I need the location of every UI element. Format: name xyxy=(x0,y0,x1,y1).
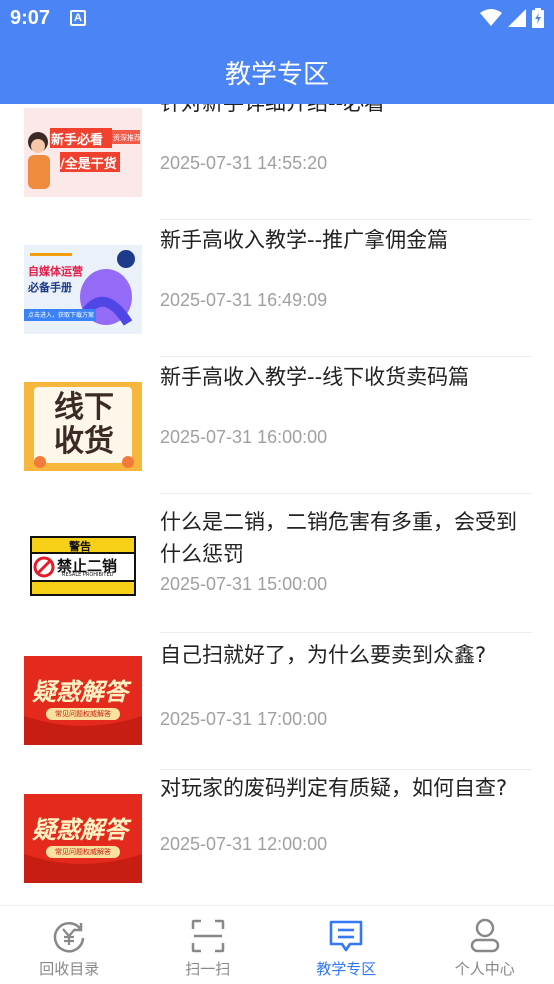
article-title[interactable]: 新手高收入教学--推广拿佣金篇 xyxy=(160,224,530,256)
thumb-text: 疑惑解答 xyxy=(32,816,128,844)
thumb-text: 收货 xyxy=(54,424,114,459)
person-icon xyxy=(470,918,499,953)
article-thumbnail: 疑惑解答 常见问题权威解答 xyxy=(24,656,142,745)
article-item[interactable]: 疑惑解答 常见问题权威解答 对玩家的废码判定有质疑，如何自查? 2025-07-… xyxy=(0,770,554,905)
teaching-board-icon xyxy=(329,920,363,952)
signal-icon xyxy=(508,9,526,27)
article-time: 2025-07-31 14:55:20 xyxy=(160,153,328,173)
scan-icon xyxy=(191,919,224,953)
article-title[interactable]: 什么是二销，二销危害有多重，会受到什么惩罚 xyxy=(160,506,530,570)
app-screen: 9:07 A 教学专区 新手必看 资深推荐 /全是干货 2025-07-31 1… xyxy=(0,0,554,984)
article-thumbnail: 警告 禁止二销 RESALE PROHIBITED xyxy=(24,524,142,613)
article-item[interactable]: 线下 收货 新手高收入教学--线下收货卖码篇 2025-07-31 16:00:… xyxy=(0,357,554,494)
article-thumbnail: 自媒体运营 必备手册 点击进入，获取下载方案 xyxy=(24,245,142,334)
article-title[interactable]: 对玩家的废码判定有质疑，如何自查? xyxy=(160,772,530,804)
article-time: 2025-07-31 17:00:00 xyxy=(160,709,328,729)
article-item[interactable]: 疑惑解答 常见问题权威解答 自己扫就好了，为什么要卖到众鑫? 2025-07-3… xyxy=(0,633,554,770)
tab-label: 教学专区 xyxy=(316,960,377,978)
thumb-text: 自媒体运营 xyxy=(28,265,83,278)
thumb-caption: 点击进入，获取下载方案 xyxy=(28,312,95,319)
article-time: 2025-07-31 15:00:00 xyxy=(160,574,328,594)
article-title[interactable]: 自己扫就好了，为什么要卖到众鑫? xyxy=(160,639,530,671)
thumb-text: /全是干货 xyxy=(60,157,117,172)
thumb-caption: 常见问题权威解答 xyxy=(55,848,111,856)
tab-label: 扫一扫 xyxy=(185,960,231,978)
article-time: 2025-07-31 16:49:09 xyxy=(160,290,328,310)
bottom-tab-bar: 回收目录 扫一扫 教学专区 个人中心 xyxy=(0,905,554,984)
thumb-caption: 常见问题权威解答 xyxy=(55,710,111,718)
article-title[interactable]: 针对新手详细介绍--必看 xyxy=(160,104,530,119)
article-item[interactable]: 自媒体运营 必备手册 点击进入，获取下载方案 新手高收入教学--推广拿佣金篇 2… xyxy=(0,220,554,357)
status-icons xyxy=(480,8,544,28)
a-icon: A xyxy=(70,10,86,26)
tab-recycle-catalog[interactable]: 回收目录 xyxy=(0,906,139,984)
battery-icon xyxy=(532,8,544,28)
page-title: 教学专区 xyxy=(224,60,329,90)
status-time: 9:07 xyxy=(10,7,51,29)
tab-profile[interactable]: 个人中心 xyxy=(416,906,554,984)
article-time: 2025-07-31 16:00:00 xyxy=(160,427,328,447)
tab-label: 个人中心 xyxy=(454,960,515,978)
wifi-icon xyxy=(480,9,502,26)
article-item[interactable]: 警告 禁止二销 RESALE PROHIBITED 什么是二销，二销危害有多重，… xyxy=(0,494,554,633)
article-thumbnail: 新手必看 资深推荐 /全是干货 xyxy=(24,108,142,197)
thumb-text: 疑惑解答 xyxy=(32,678,128,706)
app-header: 教学专区 xyxy=(0,38,554,104)
thumb-caption: RESALE PROHIBITED xyxy=(62,572,114,578)
yuan-recycle-icon xyxy=(54,922,85,953)
thumb-text: 线下 xyxy=(54,390,114,425)
article-time: 2025-07-31 12:00:00 xyxy=(160,834,328,854)
thumb-text: 新手必看 xyxy=(51,133,104,148)
article-item[interactable]: 新手必看 资深推荐 /全是干货 针对新手详细介绍--必看 2025-07-31 … xyxy=(0,104,554,220)
tab-teaching[interactable]: 教学专区 xyxy=(277,906,416,984)
article-list[interactable]: 新手必看 资深推荐 /全是干货 针对新手详细介绍--必看 2025-07-31 … xyxy=(0,104,554,905)
status-bar: 9:07 A xyxy=(0,0,554,38)
article-title[interactable]: 新手高收入教学--线下收货卖码篇 xyxy=(160,361,530,393)
article-thumbnail: 线下 收货 xyxy=(24,382,142,471)
thumb-text: 警告 xyxy=(69,540,91,553)
tab-label: 回收目录 xyxy=(39,960,100,978)
thumb-text: 必备手册 xyxy=(28,281,72,294)
thumb-badge: 资深推荐 xyxy=(113,134,141,142)
tab-scan[interactable]: 扫一扫 xyxy=(139,906,278,984)
article-thumbnail: 疑惑解答 常见问题权威解答 xyxy=(24,794,142,883)
